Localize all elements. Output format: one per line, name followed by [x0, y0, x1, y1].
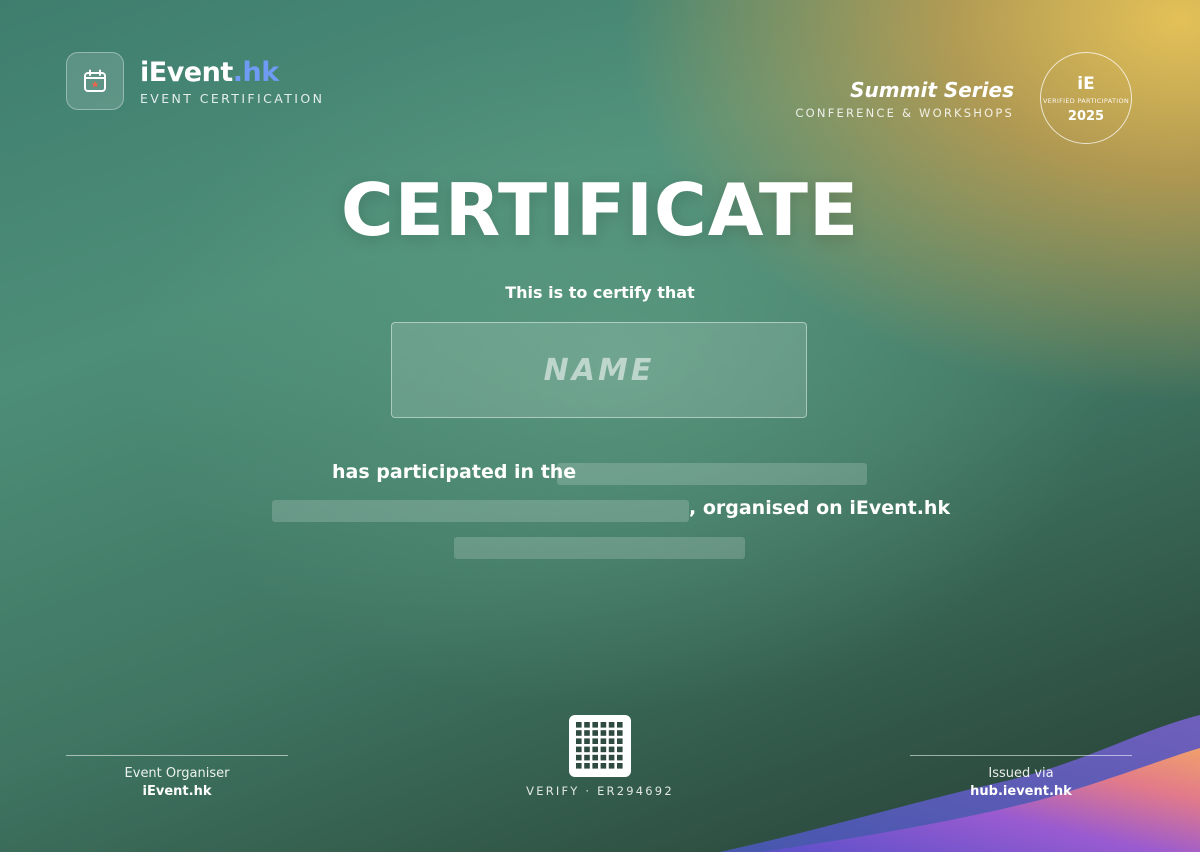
qr-cell — [584, 763, 590, 769]
redacted-event-name — [557, 463, 867, 485]
qr-cell — [600, 763, 607, 769]
qr-cell — [617, 730, 623, 736]
certificate-title: CERTIFICATE — [340, 168, 860, 252]
qr-cell — [576, 730, 582, 736]
qr-cell — [617, 722, 623, 728]
series-subtitle: CONFERENCE & WORKSHOPS — [795, 106, 1014, 120]
qr-cell — [584, 722, 590, 728]
series-title: Summit Series — [850, 78, 1014, 102]
issuer-signature: Issued via hub.ievent.hk — [910, 755, 1132, 799]
verification-qr-code[interactable] — [569, 715, 631, 777]
qr-cell — [608, 763, 615, 769]
qr-cell — [584, 730, 590, 736]
qr-cell — [600, 738, 607, 744]
qr-cell — [608, 746, 615, 753]
qr-cell — [592, 763, 598, 769]
certify-intro: This is to certify that — [505, 283, 695, 302]
organiser-label: Event Organiser — [124, 766, 230, 781]
qr-cell — [617, 763, 623, 769]
qr-cell — [584, 754, 590, 761]
qr-cell — [592, 746, 598, 753]
seal-text: VERIFIED PARTICIPATION — [1042, 97, 1130, 105]
name-placeholder: NAME — [543, 352, 655, 388]
seal-logo: iE — [1077, 74, 1095, 94]
brand-subtitle: EVENT CERTIFICATION — [140, 90, 325, 106]
signature-line — [66, 755, 288, 756]
qr-cell — [576, 738, 582, 744]
qr-cell — [600, 730, 607, 736]
issued-label: Issued via — [988, 766, 1054, 781]
qr-cell — [576, 754, 582, 761]
qr-cell — [608, 738, 615, 744]
qr-cell — [576, 746, 582, 753]
verified-seal: iE VERIFIED PARTICIPATION 2025 — [1040, 52, 1132, 144]
brand-name: iEvent.hk — [140, 56, 279, 88]
qr-cell — [608, 730, 615, 736]
organised-text: , organised on iEvent.hk — [689, 497, 951, 519]
qr-cell — [608, 754, 615, 761]
qr-grid-icon — [576, 722, 623, 769]
qr-cell — [600, 722, 607, 728]
qr-cell — [592, 730, 598, 736]
qr-cell — [608, 722, 615, 728]
brand-logo: iEvent.hk EVENT CERTIFICATION — [66, 52, 324, 110]
redacted-event-detail — [272, 500, 689, 522]
name-field: NAME — [391, 322, 807, 418]
logo-badge — [66, 52, 124, 110]
qr-cell — [592, 738, 598, 744]
participation-text: has participated in the — [332, 461, 577, 483]
seal-year: 2025 — [1067, 109, 1105, 124]
qr-cell — [600, 746, 607, 753]
issued-value: hub.ievent.hk — [970, 784, 1072, 799]
qr-cell — [600, 754, 607, 761]
qr-cell — [584, 746, 590, 753]
series-heading: Summit Series CONFERENCE & WORKSHOPS — [795, 78, 1014, 120]
qr-cell — [576, 722, 582, 728]
qr-cell — [617, 754, 623, 761]
qr-cell — [592, 722, 598, 728]
redacted-event-date — [454, 537, 745, 559]
qr-cell — [617, 738, 623, 744]
qr-cell — [576, 763, 582, 769]
signature-line — [910, 755, 1132, 756]
calendar-icon — [84, 69, 106, 92]
qr-cell — [617, 746, 623, 753]
qr-cell — [584, 738, 590, 744]
qr-cell — [592, 754, 598, 761]
